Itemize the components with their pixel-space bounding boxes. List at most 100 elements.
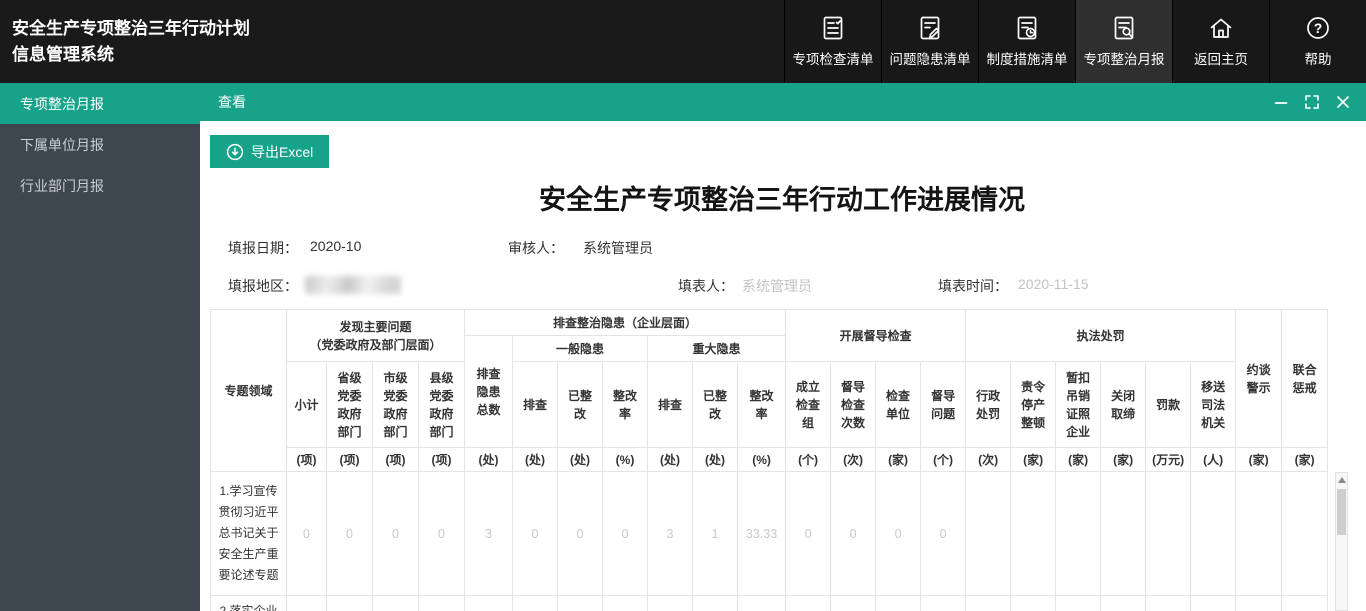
value-cell: [1282, 472, 1328, 596]
unit-cell: (个): [921, 448, 966, 472]
value-cell: [1146, 596, 1191, 611]
scrollbar-up-arrow-icon[interactable]: [1338, 477, 1346, 483]
table-wrapper: 专题领域 发现主要问题 （党委政府及部门层面） 排查整治隐患（企业层面） 开展督…: [210, 309, 1354, 611]
nav-label: 专项检查清单: [793, 48, 874, 68]
col-header-supervision-issues: 督导问题: [921, 362, 966, 448]
unit-cell: (家): [1282, 448, 1328, 472]
unit-cell: (家): [1101, 448, 1146, 472]
col-header-halt-production: 责令停产整顿: [1011, 362, 1056, 448]
value-cell: [1011, 472, 1056, 596]
report-date-value: 2020-10: [310, 238, 361, 254]
auditor-value: 系统管理员: [583, 238, 653, 258]
fill-time-label: 填表时间：: [938, 276, 1008, 296]
tab-view[interactable]: 查看: [218, 92, 246, 112]
col-header-major-rectified: 已整改: [693, 362, 738, 448]
scrollbar-thumb[interactable]: [1337, 489, 1346, 535]
nav-item-return-home[interactable]: 返回主页: [1172, 0, 1269, 83]
subgroup-major-hazards: 重大隐患: [648, 336, 786, 362]
minimize-icon[interactable]: [1274, 95, 1288, 109]
value-cell: [738, 596, 786, 611]
close-icon[interactable]: [1336, 95, 1350, 109]
sidebar: 专项整治月报 下属单位月报 行业部门月报: [0, 83, 200, 611]
table-row: 1.学习宣传贯彻习近平总书记关于安全生产重要论述专题 0 0 0 0 3 0 0…: [211, 472, 1328, 596]
unit-cell: (%): [738, 448, 786, 472]
inspection-list-icon: [820, 15, 846, 41]
value-cell: 1: [693, 472, 738, 596]
form-row-1: 填报日期： 2020-10 审核人： 系统管理员: [210, 238, 1354, 258]
col-header-fine: 罚款: [1146, 362, 1191, 448]
value-cell: [966, 596, 1011, 611]
nav-item-special-inspection-list[interactable]: 专项检查清单: [784, 0, 881, 83]
value-cell: 33.33: [738, 472, 786, 596]
fill-time-value: 2020-11-15: [1018, 276, 1089, 292]
app-title-line1: 安全生产专项整治三年行动计划: [12, 16, 250, 42]
report-region-label: 填报地区：: [228, 276, 298, 296]
unit-cell: (%): [603, 448, 648, 472]
sidebar-item-label: 专项整治月报: [20, 94, 104, 114]
main-panel: 查看 导出Excel 安全生产专项整治三年行动工作进展情况: [200, 83, 1366, 611]
value-cell: 0: [513, 472, 558, 596]
unit-cell: (项): [287, 448, 327, 472]
unit-cell: (家): [1056, 448, 1101, 472]
value-cell: [373, 596, 419, 611]
nav-item-problem-hazard-list[interactable]: 问题隐患清单: [881, 0, 978, 83]
unit-cell: (项): [373, 448, 419, 472]
col-header-revoke-license: 暂扣吊销证照企业: [1056, 362, 1101, 448]
col-header-provincial-dept: 省级党委政府部门: [327, 362, 373, 448]
nav-item-special-rectification-monthly[interactable]: 专项整治月报: [1075, 0, 1172, 83]
table-scrollbar[interactable]: [1335, 472, 1348, 611]
col-header-inspected-units: 检查单位: [876, 362, 921, 448]
filler-label: 填表人：: [678, 276, 734, 296]
table-row: 2.落实企业: [211, 596, 1328, 611]
value-cell: 0: [603, 472, 648, 596]
value-cell: [1191, 596, 1236, 611]
value-cell: [419, 596, 465, 611]
col-header-supervision-times: 督导检查次数: [831, 362, 876, 448]
value-cell: [786, 596, 831, 611]
value-cell: 3: [465, 472, 513, 596]
nav-label: 问题隐患清单: [890, 48, 971, 68]
nav-label: 返回主页: [1194, 48, 1248, 68]
nav-item-help[interactable]: ? 帮助: [1269, 0, 1366, 83]
unit-cell: (家): [1236, 448, 1282, 472]
nav-label: 专项整治月报: [1084, 48, 1165, 68]
unit-cell: (家): [1011, 448, 1056, 472]
value-cell: [921, 596, 966, 611]
topic-cell: 1.学习宣传贯彻习近平总书记关于安全生产重要论述专题: [211, 472, 287, 596]
col-header-joint-punishment: 联合惩戒: [1282, 310, 1328, 448]
nav-item-system-measures-list[interactable]: 制度措施清单: [978, 0, 1075, 83]
value-cell: 0: [373, 472, 419, 596]
value-cell: 0: [876, 472, 921, 596]
sidebar-item-label: 行业部门月报: [20, 176, 104, 196]
svg-text:?: ?: [1314, 20, 1323, 36]
value-cell: 0: [786, 472, 831, 596]
col-header-inspection-teams: 成立检查组: [786, 362, 831, 448]
value-cell: [1056, 472, 1101, 596]
tab-bar: 查看: [200, 83, 1366, 121]
sidebar-item-special-rectification-monthly[interactable]: 专项整治月报: [0, 83, 200, 124]
value-cell: 0: [558, 472, 603, 596]
sidebar-item-industry-dept-monthly[interactable]: 行业部门月报: [0, 165, 200, 206]
monthly-report-icon: [1111, 15, 1137, 41]
value-cell: [558, 596, 603, 611]
value-cell: [966, 472, 1011, 596]
value-cell: [876, 596, 921, 611]
window-controls: [1274, 95, 1350, 109]
unit-cell: (处): [693, 448, 738, 472]
report-date-label: 填报日期：: [228, 238, 298, 258]
value-cell: 0: [287, 472, 327, 596]
download-icon: [226, 143, 244, 161]
maximize-icon[interactable]: [1305, 95, 1319, 109]
unit-cell: (个): [786, 448, 831, 472]
top-nav: 专项检查清单 问题隐患清单 制度措施清单: [784, 0, 1366, 83]
col-header-general-checked: 排查: [513, 362, 558, 448]
unit-cell: (次): [831, 448, 876, 472]
sidebar-item-subordinate-unit-monthly[interactable]: 下属单位月报: [0, 124, 200, 165]
export-excel-button[interactable]: 导出Excel: [210, 135, 329, 168]
value-cell: 0: [327, 472, 373, 596]
value-cell: 3: [648, 472, 693, 596]
col-header-judicial-transfer: 移送司法机关: [1191, 362, 1236, 448]
nav-label: 制度措施清单: [987, 48, 1068, 68]
value-cell: [603, 596, 648, 611]
top-bar: 安全生产专项整治三年行动计划 信息管理系统 专项检查清单 问题隐患清单: [0, 0, 1366, 83]
